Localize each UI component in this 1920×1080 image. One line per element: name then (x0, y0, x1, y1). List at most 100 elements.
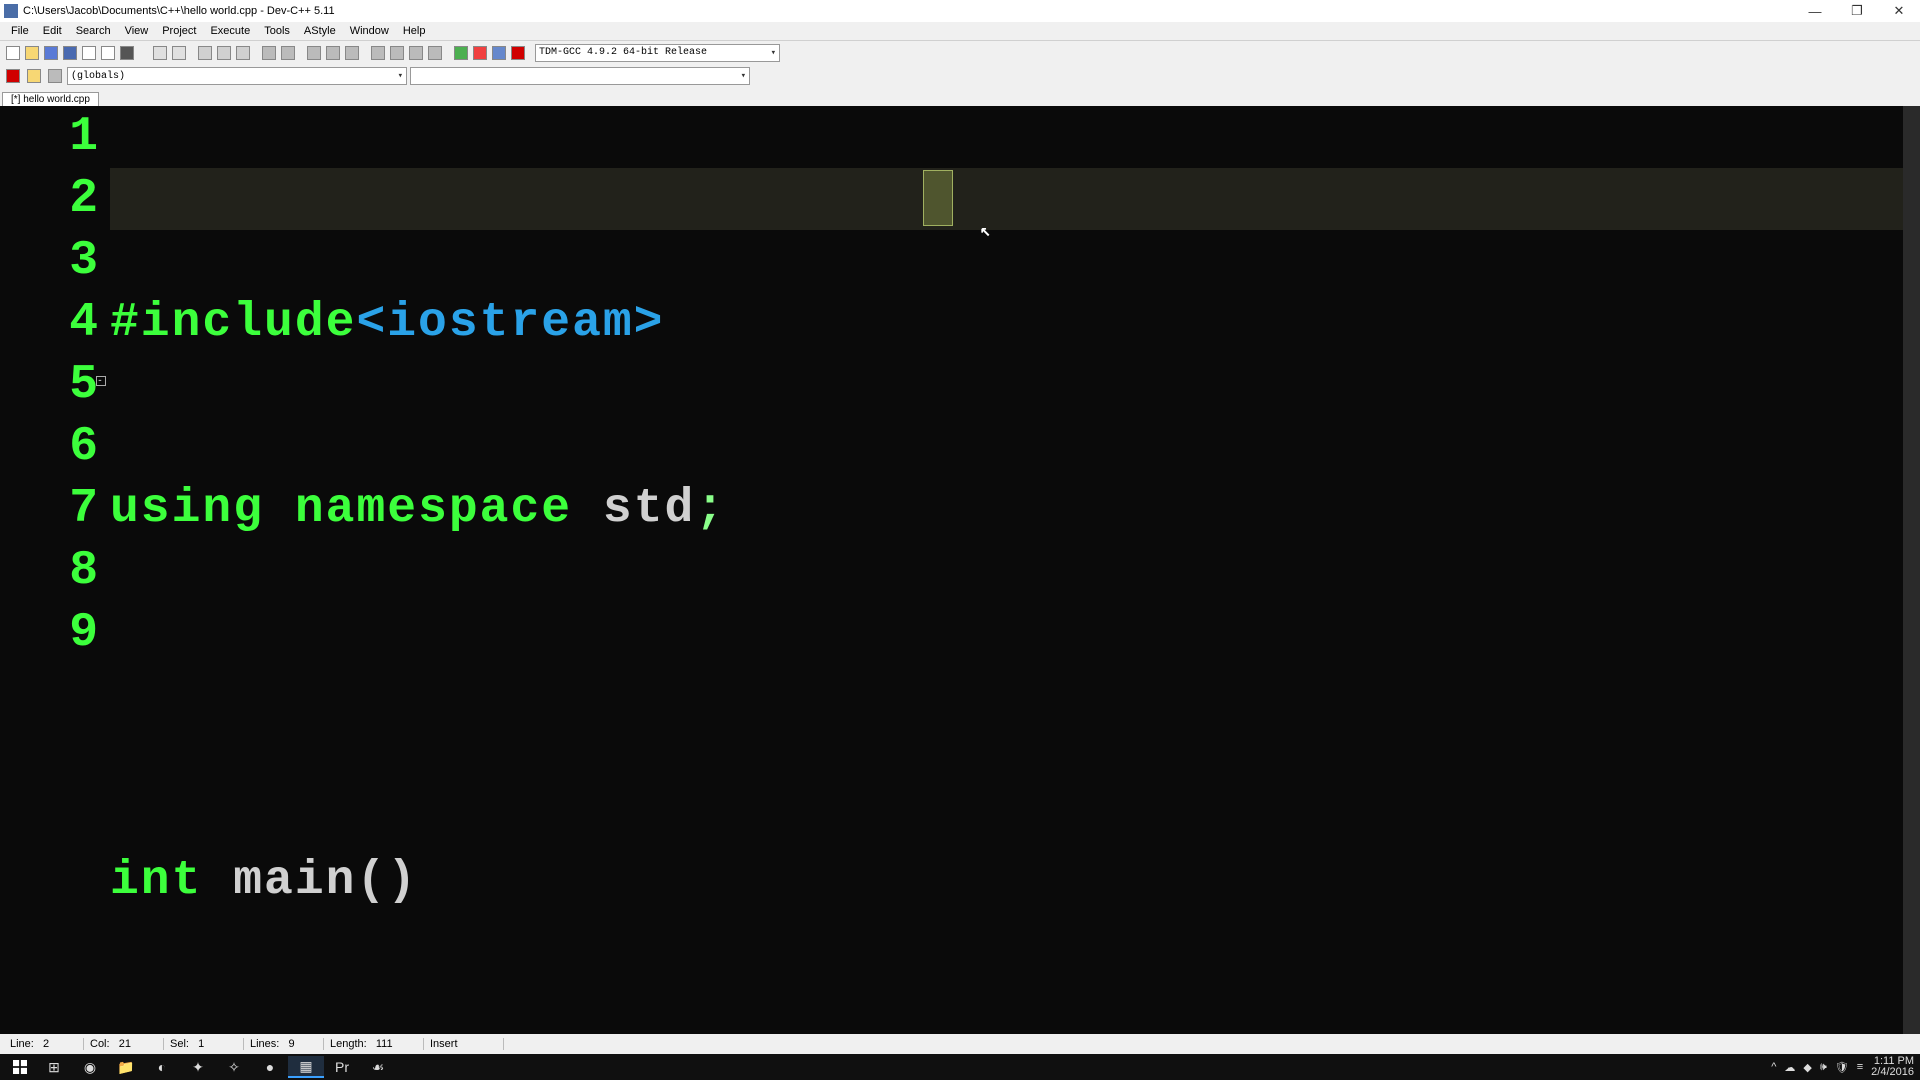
chart-icon[interactable] (490, 44, 508, 62)
app-icon (4, 4, 18, 18)
status-line: Line: 2 (4, 1038, 84, 1050)
explorer-icon[interactable]: 📁 (108, 1056, 144, 1078)
open-file-icon[interactable] (23, 44, 41, 62)
menu-view[interactable]: View (118, 25, 156, 37)
debug-icon[interactable] (509, 44, 527, 62)
stop-icon[interactable] (343, 44, 361, 62)
file-tabbar: [*] hello world.cpp (0, 88, 1920, 106)
redo-icon[interactable] (170, 44, 188, 62)
menu-tools[interactable]: Tools (257, 25, 297, 37)
keyword: namespace (295, 482, 572, 536)
status-col: Col: 21 (84, 1038, 164, 1050)
keyword: using (110, 482, 264, 536)
line-number: 8 (0, 540, 100, 602)
goto-bookmark-icon[interactable] (279, 44, 297, 62)
keyword: int (110, 854, 202, 908)
class-scope-select[interactable]: (globals)▾ (67, 67, 407, 85)
line-number: 1 (0, 106, 100, 168)
text-cursor (923, 170, 953, 226)
window-title: C:\Users\Jacob\Documents\C++\hello world… (23, 5, 1794, 17)
status-sel: Sel: 1 (164, 1038, 244, 1050)
menu-edit[interactable]: Edit (36, 25, 69, 37)
maximize-button[interactable]: ❐ (1836, 0, 1878, 22)
tray-icon-5[interactable]: ≡ (1857, 1061, 1863, 1074)
tray-icon-3[interactable]: 🕪 (1820, 1061, 1827, 1074)
line-number: 4 (0, 292, 100, 354)
project-panel-icon[interactable] (25, 67, 43, 85)
tray-icon-4[interactable]: 🛡 (1835, 1061, 1849, 1074)
line-number: 2 (0, 168, 100, 230)
steam-icon[interactable]: ◐ (144, 1056, 180, 1078)
menu-astyle[interactable]: AStyle (297, 25, 343, 37)
line-number-gutter: 123456789 (0, 106, 110, 1034)
toolbar-class-browser: (globals)▾▾ (0, 64, 1920, 88)
x-icon[interactable] (471, 44, 489, 62)
menu-help[interactable]: Help (396, 25, 433, 37)
print-icon[interactable] (118, 44, 136, 62)
menu-execute[interactable]: Execute (203, 25, 257, 37)
menu-search[interactable]: Search (69, 25, 118, 37)
minimize-button[interactable]: — (1794, 0, 1836, 22)
titlebar: C:\Users\Jacob\Documents\C++\hello world… (0, 0, 1920, 22)
start-button[interactable] (4, 1056, 36, 1078)
function-select[interactable]: ▾ (410, 67, 750, 85)
compiler-select[interactable]: TDM-GCC 4.9.2 64-bit Release▾ (535, 44, 780, 62)
toolbar-main: TDM-GCC 4.9.2 64-bit Release▾ (0, 40, 1920, 64)
premiere-icon[interactable]: Pr (324, 1056, 360, 1078)
tray-icon-1[interactable]: ☁ (1784, 1061, 1795, 1074)
identifier: main() (233, 854, 418, 908)
grid4-icon[interactable] (426, 44, 444, 62)
line-number: 9 (0, 602, 100, 664)
chrome-icon[interactable]: ◉ (72, 1056, 108, 1078)
toggle-bookmark-icon[interactable] (260, 44, 278, 62)
preprocessor: #include (110, 296, 356, 350)
replace-icon[interactable] (215, 44, 233, 62)
system-tray: ^ ☁ ◆ 🕪 🛡 ≡ 1:11 PM 2/4/2016 (1771, 1056, 1916, 1078)
window-controls: — ❐ ✕ (1794, 0, 1920, 22)
status-lines: Lines: 9 (244, 1038, 324, 1050)
new-file-icon[interactable] (4, 44, 22, 62)
menubar: FileEditSearchViewProjectExecuteToolsASt… (0, 22, 1920, 40)
menu-file[interactable]: File (4, 25, 36, 37)
debug-panel-icon[interactable] (4, 67, 22, 85)
include-header: <iostream> (356, 296, 664, 350)
classes-panel-icon[interactable] (46, 67, 64, 85)
undo-icon[interactable] (151, 44, 169, 62)
devcpp-icon[interactable]: ▦ (288, 1056, 324, 1078)
app-icon-1[interactable]: ✦ (180, 1056, 216, 1078)
menu-project[interactable]: Project (155, 25, 203, 37)
back-icon[interactable] (305, 44, 323, 62)
status-length: Length: 111 (324, 1038, 424, 1050)
forward-icon[interactable] (324, 44, 342, 62)
app-icon-3[interactable]: ● (252, 1056, 288, 1078)
save-icon[interactable] (42, 44, 60, 62)
line-number: 7 (0, 478, 100, 540)
close-button[interactable]: ✕ (1878, 0, 1920, 22)
fold-marker-icon[interactable]: - (96, 376, 106, 386)
grid3-icon[interactable] (407, 44, 425, 62)
clock[interactable]: 1:11 PM 2/4/2016 (1871, 1056, 1916, 1078)
grid1-icon[interactable] (369, 44, 387, 62)
line-number: 5 (0, 354, 100, 416)
grid2-icon[interactable] (388, 44, 406, 62)
check-icon[interactable] (452, 44, 470, 62)
menu-window[interactable]: Window (343, 25, 396, 37)
close-all-icon[interactable] (99, 44, 117, 62)
identifier: std (603, 482, 695, 536)
app-icon-2[interactable]: ✧ (216, 1056, 252, 1078)
find-icon[interactable] (196, 44, 214, 62)
find-in-files-icon[interactable] (234, 44, 252, 62)
save-all-icon[interactable] (61, 44, 79, 62)
vertical-scrollbar[interactable] (1903, 106, 1920, 1034)
code-editor[interactable]: 123456789 #include<iostream> using names… (0, 106, 1920, 1034)
semicolon: ; (695, 482, 726, 536)
mouse-cursor-icon: ↖ (980, 201, 993, 263)
line-number: 6 (0, 416, 100, 478)
tray-icon-2[interactable]: ◆ (1803, 1061, 1811, 1074)
close-icon[interactable] (80, 44, 98, 62)
tray-icon-0[interactable]: ^ (1771, 1061, 1776, 1074)
file-tab[interactable]: [*] hello world.cpp (2, 92, 99, 106)
app-icon-4[interactable]: ☙ (360, 1056, 396, 1078)
code-area[interactable]: #include<iostream> using namespace std; … (110, 106, 1920, 1034)
task-view-icon[interactable]: ⊞ (36, 1056, 72, 1078)
